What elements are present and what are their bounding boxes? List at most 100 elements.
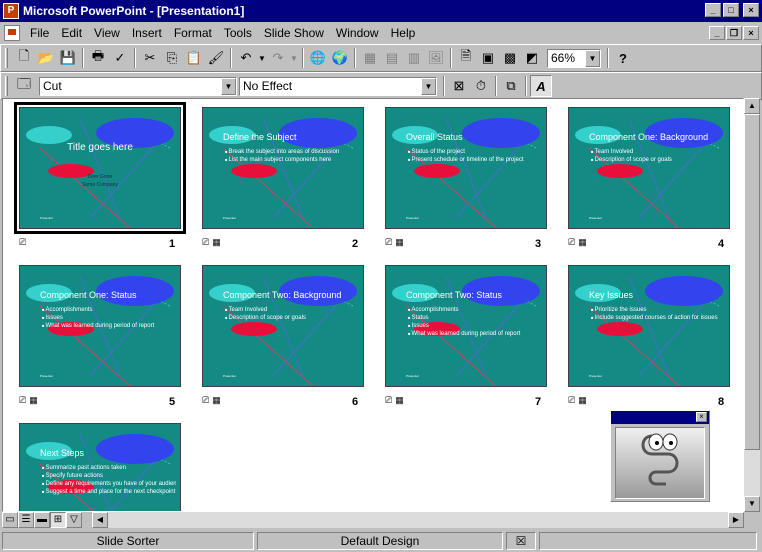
scroll-right-icon[interactable]: ▶ <box>728 512 744 528</box>
text-effect-icon[interactable]: ▦ <box>395 237 404 248</box>
slide-thumbnail[interactable]: Title goes here Deer Gone Some Company Pres… <box>14 102 186 234</box>
redo-dropdown-icon[interactable]: ▼ <box>289 47 299 69</box>
transition-icon[interactable]: ⎚ <box>19 395 26 406</box>
zoom-combo[interactable]: 66% ▼ <box>547 48 601 68</box>
office-assistant[interactable]: × <box>610 410 710 502</box>
grayscale-icon[interactable]: ◩ <box>521 47 543 69</box>
undo-dropdown-icon[interactable]: ▼ <box>257 47 267 69</box>
slide-thumbnail[interactable]: Key Issues Prioritize the issuesInclude s… <box>568 265 730 387</box>
web-toolbar-icon[interactable]: 🌍 <box>329 47 351 69</box>
slide-view-icon[interactable]: ▬ <box>34 512 50 528</box>
slide-title: Title goes here <box>67 142 133 153</box>
save-icon[interactable]: 💾 <box>57 47 79 69</box>
transition-icon[interactable]: ⎚ <box>385 237 392 248</box>
text-effect-combo[interactable]: No Effect ▼ <box>239 76 437 96</box>
redo-icon[interactable]: ↷ <box>267 47 289 69</box>
transition-icon[interactable]: ⎚ <box>19 237 26 248</box>
separator <box>443 76 445 96</box>
paste-icon[interactable]: 📋 <box>183 47 205 69</box>
summary-slide-icon[interactable]: ⧉ <box>500 75 522 97</box>
transition-dropdown-icon[interactable]: ▼ <box>221 77 236 95</box>
format-painter-icon[interactable]: 🖌 <box>205 47 227 69</box>
menu-format[interactable]: Format <box>168 24 218 42</box>
slide-show-view-icon[interactable]: ▽ <box>66 512 82 528</box>
new-icon[interactable]: 🗋 <box>13 47 35 69</box>
scroll-up-icon[interactable]: ▲ <box>744 98 760 114</box>
hide-slide-icon[interactable]: ⊠ <box>448 75 470 97</box>
close-button[interactable]: × <box>743 3 759 17</box>
spelling-icon[interactable]: ✓ <box>109 47 131 69</box>
show-formatting-icon[interactable]: ▩ <box>499 47 521 69</box>
slide-thumbnail[interactable]: Component Two: Status AccomplishmentsStat… <box>385 265 547 387</box>
vertical-scroll-thumb[interactable] <box>744 114 760 450</box>
menu-insert[interactable]: Insert <box>126 24 168 42</box>
transition-icon[interactable]: ⎚ <box>202 395 209 406</box>
tables-borders-icon[interactable]: ▦ <box>359 47 381 69</box>
insert-chart-icon[interactable]: ▥ <box>403 47 425 69</box>
scroll-left-icon[interactable]: ◀ <box>92 512 108 528</box>
transition-icon[interactable]: ⎚ <box>568 395 575 406</box>
slide-thumbnail[interactable]: Define the Subject Break the subject into… <box>202 107 364 229</box>
open-icon[interactable]: 📂 <box>35 47 57 69</box>
expand-all-icon[interactable]: ▣ <box>477 47 499 69</box>
minimize-button[interactable]: _ <box>705 3 721 17</box>
rehearse-timings-icon[interactable]: ⏱ <box>470 75 492 97</box>
menu-tools[interactable]: Tools <box>218 24 258 42</box>
spelling-status-icon[interactable]: ☒ <box>506 532 536 550</box>
help-icon[interactable]: ? <box>612 47 634 69</box>
slide-transition-icon[interactable]: 🗔 <box>13 75 35 97</box>
assistant-panel[interactable] <box>615 427 705 499</box>
assistant-close-icon[interactable]: × <box>696 412 707 422</box>
slide-title: Define the Subject <box>223 132 297 142</box>
menu-file[interactable]: File <box>24 24 55 42</box>
menu-help[interactable]: Help <box>385 24 422 42</box>
zoom-dropdown-icon[interactable]: ▼ <box>585 49 600 67</box>
toolbar-grip[interactable] <box>5 48 8 68</box>
slide-thumbnail[interactable]: Next Steps Summarize past actions takenSp… <box>19 423 181 511</box>
maximize-button[interactable]: □ <box>723 3 739 17</box>
text-effect-dropdown-icon[interactable]: ▼ <box>421 77 436 95</box>
menu-view[interactable]: View <box>88 24 126 42</box>
text-effect-icon[interactable]: ▦ <box>578 395 587 406</box>
document-icon[interactable] <box>4 25 20 41</box>
transition-icon[interactable]: ⎚ <box>385 395 392 406</box>
hyperlink-icon[interactable]: 🌐 <box>307 47 329 69</box>
text-effect-icon[interactable]: ▦ <box>29 395 38 406</box>
show-formatting-toggle-icon[interactable]: A <box>530 75 552 97</box>
transition-combo[interactable]: Cut ▼ <box>39 76 237 96</box>
separator <box>230 48 232 68</box>
insert-table-icon[interactable]: ▤ <box>381 47 403 69</box>
status-design[interactable]: Default Design <box>257 532 503 550</box>
text-effect-icon[interactable]: ▦ <box>212 237 221 248</box>
slide-thumbnail[interactable]: Component One: Status AccomplishmentsIssu… <box>19 265 181 387</box>
slide-thumbnail[interactable]: Overall StatusStatus of the projectPrese… <box>385 107 547 229</box>
insert-clipart-icon[interactable]: 🖼 <box>425 47 447 69</box>
menu-window[interactable]: Window <box>330 24 385 42</box>
assistant-title-bar[interactable]: × <box>611 411 709 424</box>
new-slide-icon[interactable]: 🗎 <box>455 47 477 69</box>
copy-icon[interactable]: ⎘ <box>161 47 183 69</box>
outline-view-icon[interactable]: ☰ <box>18 512 34 528</box>
doc-minimize-button[interactable]: _ <box>709 26 725 40</box>
menu-slide-show[interactable]: Slide Show <box>258 24 330 42</box>
text-effect-icon[interactable]: ▦ <box>578 237 587 248</box>
slide-sorter-view-icon[interactable]: ⊞ <box>50 512 66 528</box>
cut-icon[interactable]: ✂ <box>139 47 161 69</box>
doc-restore-button[interactable]: ❐ <box>726 26 742 40</box>
print-icon[interactable]: 🖶 <box>87 47 109 69</box>
vertical-scrollbar[interactable]: ▲ ▼ <box>744 98 760 512</box>
slide-thumbnail[interactable]: Component One: Background Team InvolvedDe… <box>568 107 730 229</box>
normal-view-icon[interactable]: ▭ <box>2 512 18 528</box>
horizontal-scrollbar[interactable]: ◀ ▶ <box>92 512 744 528</box>
text-effect-icon[interactable]: ▦ <box>395 395 404 406</box>
text-effect-icon[interactable]: ▦ <box>212 395 221 406</box>
slide-thumbnail[interactable]: Component Two: Background Team InvolvedDe… <box>202 265 364 387</box>
transition-icon[interactable]: ⎚ <box>202 237 209 248</box>
toolbar-grip[interactable] <box>5 76 8 96</box>
transition-icon[interactable]: ⎚ <box>568 237 575 248</box>
menu-edit[interactable]: Edit <box>55 24 88 42</box>
doc-close-button[interactable]: × <box>743 26 759 40</box>
undo-icon[interactable]: ↶ <box>235 47 257 69</box>
slide-bullet: Team Involved <box>225 306 359 314</box>
scroll-down-icon[interactable]: ▼ <box>744 496 760 512</box>
